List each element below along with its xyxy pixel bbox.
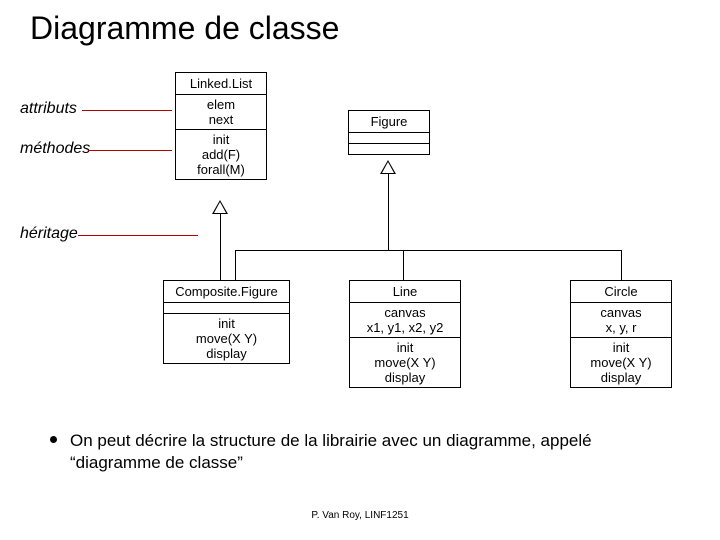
- label-heritage: héritage: [20, 225, 78, 243]
- edge-figure-composite: [235, 250, 236, 280]
- inheritance-arrow-figure: [380, 160, 396, 174]
- uml-figure-attrs: [349, 132, 429, 143]
- bullet-text: On peut décrire la structure de la libra…: [70, 431, 592, 472]
- connector-methodes: [88, 150, 172, 151]
- edge-figure-line: [403, 250, 404, 280]
- edge-figure-hbar: [235, 250, 621, 251]
- bullet-text-row: On peut décrire la structure de la libra…: [70, 430, 670, 474]
- footer-text: P. Van Roy, LINF1251: [0, 510, 720, 521]
- uml-line: Line canvas x1, y1, x2, y2 init move(X Y…: [349, 280, 461, 388]
- uml-circle: Circle canvas x, y, r init move(X Y) dis…: [570, 280, 672, 388]
- uml-linkedlist-attrs: elem next: [176, 94, 266, 129]
- connector-attributs: [82, 110, 172, 111]
- uml-linkedlist-methods: init add(F) forall(M): [176, 129, 266, 179]
- uml-figure-methods: [349, 143, 429, 154]
- uml-linkedlist-name: Linked.List: [176, 73, 266, 94]
- inheritance-arrow-linkedlist: [212, 200, 228, 214]
- connector-heritage: [78, 235, 198, 236]
- edge-figure-vstem: [388, 174, 389, 250]
- edge-linkedlist-composite: [220, 214, 221, 280]
- uml-line-methods: init move(X Y) display: [350, 337, 460, 387]
- edge-figure-circle: [621, 250, 622, 280]
- uml-line-attrs: canvas x1, y1, x2, y2: [350, 302, 460, 337]
- label-attributs: attributs: [20, 100, 77, 118]
- bullet-icon: [50, 436, 57, 443]
- uml-figure: Figure: [348, 110, 430, 155]
- uml-circle-name: Circle: [571, 281, 671, 302]
- label-methodes: méthodes: [20, 140, 90, 158]
- uml-composite-name: Composite.Figure: [164, 281, 289, 302]
- uml-composite: Composite.Figure init move(X Y) display: [163, 280, 290, 364]
- uml-composite-attrs: [164, 302, 289, 313]
- slide: Diagramme de classe attributs méthodes h…: [0, 0, 720, 540]
- uml-figure-name: Figure: [349, 111, 429, 132]
- uml-circle-attrs: canvas x, y, r: [571, 302, 671, 337]
- uml-linkedlist: Linked.List elem next init add(F) forall…: [175, 72, 267, 180]
- uml-line-name: Line: [350, 281, 460, 302]
- uml-composite-methods: init move(X Y) display: [164, 313, 289, 363]
- page-title: Diagramme de classe: [30, 10, 339, 47]
- uml-circle-methods: init move(X Y) display: [571, 337, 671, 387]
